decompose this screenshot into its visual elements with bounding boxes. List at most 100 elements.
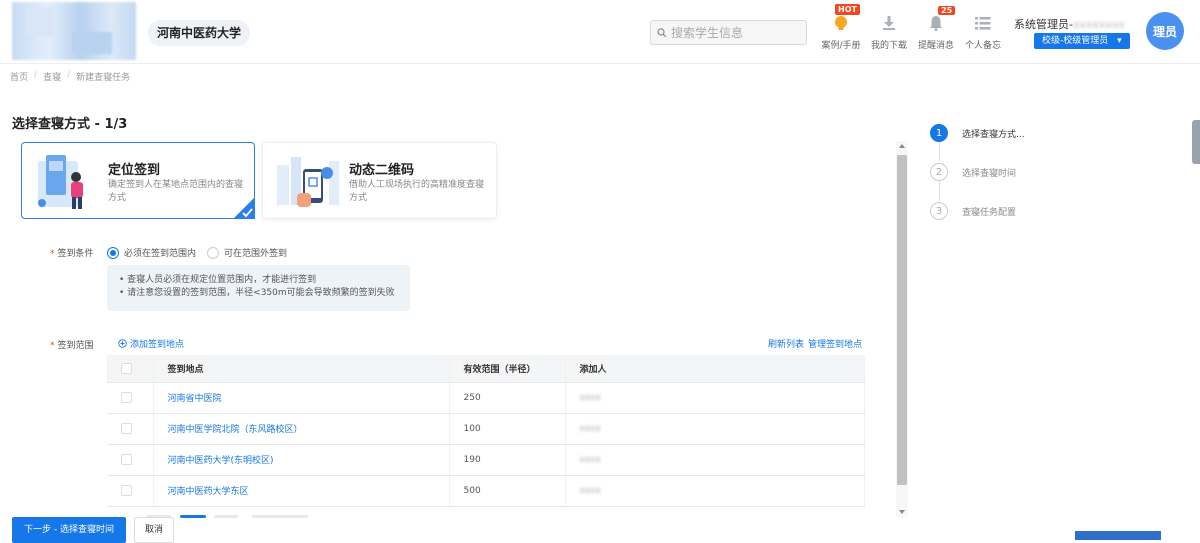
- method-card-location[interactable]: 定位签到 确定签到人在某地点范围内的查寝方式: [21, 142, 255, 219]
- radius-cell: 190: [449, 444, 566, 476]
- step-label: 选择查寝时间: [962, 168, 1017, 179]
- required-marker: *: [50, 341, 55, 351]
- role-dropdown[interactable]: 校级-校级管理员 ▾: [1034, 33, 1130, 49]
- table-row[interactable]: 河南中医药大学东区 500 xxxx: [107, 475, 865, 507]
- breadcrumb-dorm-check[interactable]: 查寝: [43, 70, 61, 83]
- location-cell[interactable]: 河南中医学院北院（东风路校区）: [153, 413, 450, 445]
- bell-icon: [930, 16, 942, 31]
- method-desc: 借助人工现场执行的高精准度查寝方式: [349, 180, 485, 203]
- tip-line: • 请注意您设置的签到范围，半径<350m可能会导致频繁的签到失败: [119, 288, 395, 298]
- blurred-username: xxxxxxxx: [1072, 18, 1126, 31]
- row-checkbox[interactable]: [121, 392, 132, 403]
- avatar[interactable]: 理员: [1146, 12, 1184, 50]
- school-logo[interactable]: [12, 2, 136, 60]
- tool-label: 提醒消息: [917, 41, 954, 51]
- qr-code-illustration: [277, 157, 339, 207]
- radio-circle[interactable]: [107, 246, 119, 259]
- adder-cell: xxxx: [565, 382, 865, 414]
- location-checkin-illustration: [38, 155, 83, 209]
- download-icon: [883, 16, 895, 30]
- step-3[interactable]: 3 查寝任务配置: [930, 202, 1016, 220]
- tool-reminders[interactable]: 25 提醒消息: [911, 6, 961, 51]
- search-box[interactable]: [650, 20, 807, 45]
- user-name: 系统管理员-xxxxxxxx: [1014, 18, 1126, 31]
- locations-table: 签到地点 有效范围（半径） 添加人 河南省中医院 250 xxxx 河南中医学院…: [107, 355, 865, 507]
- radius-cell: 500: [449, 475, 566, 507]
- step-2[interactable]: 2 选择查寝时间: [930, 163, 1016, 181]
- lightbulb-icon: [835, 16, 847, 30]
- manage-locations-link[interactable]: 管理签到地点: [808, 337, 862, 350]
- refresh-list-link[interactable]: 刷新列表: [768, 337, 804, 350]
- method-desc: 确定签到人在某地点范围内的查寝方式: [108, 180, 244, 203]
- hot-badge: HOT: [835, 4, 860, 15]
- location-cell[interactable]: 河南省中医院: [153, 382, 450, 414]
- step-label: 选择查寝方式...: [962, 129, 1025, 140]
- scroll-up-icon[interactable]: [899, 144, 905, 148]
- breadcrumb-home[interactable]: 首页: [10, 70, 28, 83]
- search-icon: [657, 27, 667, 37]
- tool-cases-manual[interactable]: HOT 案例/手册: [816, 4, 866, 51]
- tool-label: 个人备忘: [964, 41, 1001, 51]
- col-location: 签到地点: [153, 355, 450, 383]
- step-number: 3: [930, 202, 948, 220]
- plus-circle-icon: [118, 339, 127, 348]
- adder-cell: xxxx: [565, 444, 865, 476]
- selected-check-icon: [233, 197, 255, 219]
- method-card-dynamic-qr[interactable]: 动态二维码 借助人工现场执行的高精准度查寝方式: [262, 142, 497, 219]
- select-all-cell[interactable]: [107, 355, 154, 383]
- row-checkbox[interactable]: [121, 423, 132, 434]
- step-number: 2: [930, 163, 948, 181]
- table-row[interactable]: 河南中医学院北院（东风路校区） 100 xxxx: [107, 413, 865, 445]
- table-row[interactable]: 河南省中医院 250 xxxx: [107, 382, 865, 414]
- pager-item[interactable]: [214, 515, 238, 518]
- role-label: 校级-校级管理员: [1042, 36, 1109, 46]
- top-header: 河南中医药大学 HOT 案例/手册 我的下载: [0, 0, 1200, 64]
- radius-cell: 250: [449, 382, 566, 414]
- scroll-thumb[interactable]: [897, 155, 907, 485]
- search-input[interactable]: [671, 25, 801, 40]
- add-location-link[interactable]: 添加签到地点: [118, 337, 184, 350]
- required-marker: *: [50, 249, 55, 259]
- list-icon: [975, 16, 991, 29]
- step-number: 1: [930, 124, 948, 142]
- school-name-pill[interactable]: 河南中医药大学: [148, 20, 251, 46]
- pager-size[interactable]: [252, 515, 308, 518]
- cancel-button[interactable]: 取消: [134, 517, 175, 543]
- tool-label: 案例/手册: [821, 41, 861, 51]
- radio-circle[interactable]: [207, 246, 219, 259]
- radio-must-in-range[interactable]: 必须在签到范围内: [107, 246, 196, 259]
- radio-allow-outside[interactable]: 可在范围外签到: [207, 246, 287, 259]
- col-adder: 添加人: [565, 355, 865, 383]
- location-cell[interactable]: 河南中医药大学东区: [153, 475, 450, 507]
- condition-tip-box: • 查寝人员必须在规定位置范围内，才能进行签到 • 请注意您设置的签到范围，半径…: [107, 265, 410, 311]
- tool-personal-memo[interactable]: 个人备忘: [958, 12, 1008, 51]
- breadcrumb: 首页 / 查寝 / 新建查寝任务: [10, 70, 131, 83]
- row-checkbox[interactable]: [121, 485, 132, 496]
- next-step-button[interactable]: 下一步 - 选择查寝时间: [12, 517, 126, 543]
- step-1[interactable]: 1 选择查寝方式...: [930, 124, 1025, 142]
- table-header-row: 签到地点 有效范围（半径） 添加人: [107, 355, 865, 383]
- adder-cell: xxxx: [565, 475, 865, 507]
- row-checkbox[interactable]: [121, 454, 132, 465]
- table-row[interactable]: 河南中医药大学(东明校区) 190 xxxx: [107, 444, 865, 476]
- scroll-down-icon[interactable]: [899, 510, 905, 514]
- table-actions: 刷新列表 管理签到地点: [768, 337, 862, 350]
- side-float-tab[interactable]: [1192, 120, 1200, 164]
- step-connector: [939, 142, 940, 162]
- pager-current[interactable]: [180, 515, 206, 518]
- condition-label: * 签到条件: [50, 249, 94, 259]
- tip-line: • 查寝人员必须在规定位置范围内，才能进行签到: [119, 275, 317, 285]
- step-connector: [939, 181, 940, 201]
- tool-label: 我的下载: [870, 41, 907, 51]
- floating-action-button[interactable]: [1075, 531, 1161, 540]
- content-scrollbar[interactable]: [896, 141, 908, 517]
- method-title: 定位签到: [108, 163, 161, 178]
- select-all-checkbox[interactable]: [121, 362, 132, 374]
- location-cell[interactable]: 河南中医药大学(东明校区): [153, 444, 450, 476]
- tool-my-downloads[interactable]: 我的下载: [864, 12, 914, 51]
- col-radius: 有效范围（半径）: [449, 355, 566, 383]
- radius-cell: 100: [449, 413, 566, 445]
- breadcrumb-current: 新建查寝任务: [76, 73, 131, 83]
- notification-count-badge: 25: [938, 6, 956, 15]
- method-title: 动态二维码: [349, 163, 415, 178]
